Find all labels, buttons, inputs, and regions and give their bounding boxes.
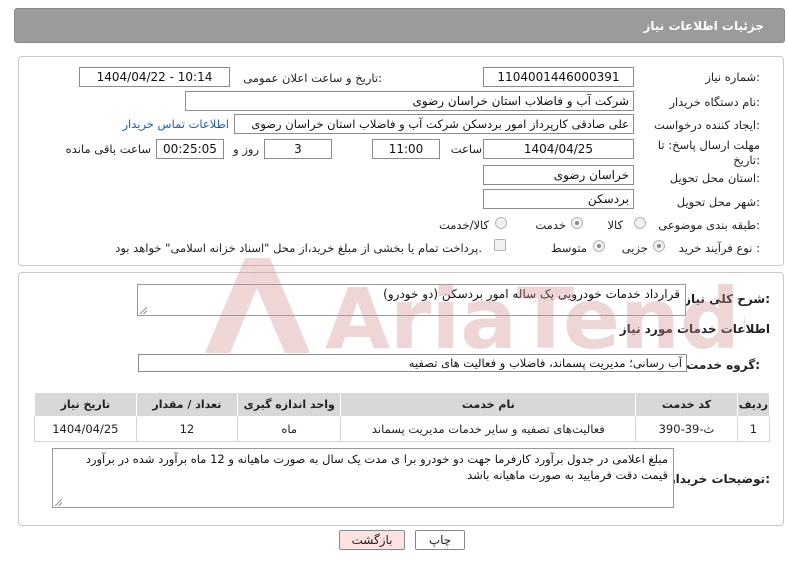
delivery-city-label: شهر محل تحویل:	[676, 195, 760, 209]
deadline-time-field: 11:00	[372, 139, 440, 159]
service-group-field: آب رسانی؛ مدیریت پسماند، فاضلاب و فعالیت…	[138, 354, 687, 372]
remaining-days-field: 3	[264, 139, 332, 159]
process-type-label: نوع فرآیند خرید :	[678, 241, 760, 255]
requester-label: ایجاد کننده درخواست:	[654, 118, 760, 132]
cell-quantity: 12	[135, 416, 239, 442]
process-radio-medium[interactable]	[593, 240, 605, 252]
services-section-title: اطلاعات خدمات مورد نیاز	[619, 322, 770, 336]
treasury-payment-checkbox[interactable]	[494, 239, 506, 251]
resize-grip-icon[interactable]	[55, 499, 62, 506]
cell-row-number: 1	[736, 416, 771, 442]
buyer-org-field: شرکت آب و فاضلاب استان خراسان رضوی	[185, 91, 634, 111]
delivery-province-label: استان محل تحویل:	[669, 171, 760, 185]
cell-service-code: ث-39-390	[635, 416, 738, 442]
resize-grip-icon[interactable]	[140, 307, 147, 314]
remaining-time-label: ساعت باقی مانده	[65, 142, 151, 156]
table-row: 1 ث-39-390 فعالیت‌های تصفیه و سایر خدمات…	[34, 416, 771, 442]
need-details-panel	[18, 56, 784, 266]
category-option-goods-service: کالا/خدمت	[438, 218, 489, 232]
category-option-goods: کالا	[607, 218, 623, 232]
process-radio-minor[interactable]	[653, 240, 665, 252]
category-label: طبقه بندی موضوعی:	[658, 218, 760, 232]
col-service-name: نام خدمت	[340, 392, 637, 417]
requester-field: علی صادقی کارپرداز امور بردسکن شرکت آب و…	[234, 114, 634, 134]
services-table-header: ردیف کد خدمت نام خدمت واحد اندازه گیری ت…	[34, 392, 771, 417]
need-number-field: 1104001446000391	[483, 67, 634, 87]
general-description-text: قرارداد خدمات خودرویی یک ساله امور بردسک…	[383, 287, 680, 301]
process-option-minor: جزیی	[621, 241, 648, 255]
deadline-date-field: 1404/04/25	[483, 139, 634, 159]
buyer-notes-field: مبلغ اعلامی در جدول برآورد کارفرما جهت د…	[52, 448, 674, 508]
buyer-org-label: نام دستگاه خریدار:	[669, 95, 760, 109]
category-radio-goods-service[interactable]	[495, 217, 507, 229]
treasury-payment-note: پرداخت تمام یا بخشی از مبلغ خرید،از محل …	[115, 241, 482, 255]
delivery-province-field: خراسان رضوی	[483, 165, 634, 185]
cell-unit: ماه	[237, 416, 342, 442]
cell-need-date: 1404/04/25	[34, 416, 137, 442]
page-title: جزئیات اطلاعات نیاز	[643, 19, 764, 33]
general-description-label: شرح کلی نیاز:	[684, 292, 770, 306]
remaining-days-label: روز و	[233, 142, 259, 156]
remaining-time-field: 00:25:05	[156, 139, 224, 159]
category-radio-goods[interactable]	[634, 217, 646, 229]
category-radio-service[interactable]	[571, 217, 583, 229]
col-quantity: تعداد / مقدار	[135, 392, 239, 417]
announce-date-field: 1404/04/22 - 10:14	[79, 67, 230, 87]
col-need-date: تاریخ نیاز	[34, 392, 137, 417]
buyer-notes-label: توضیحات خریدار:	[668, 472, 770, 486]
services-table: ردیف کد خدمت نام خدمت واحد اندازه گیری ت…	[34, 392, 771, 442]
buyer-notes-text: مبلغ اعلامی در جدول برآورد کارفرما جهت د…	[85, 452, 668, 482]
deadline-time-label: ساعت	[450, 142, 482, 156]
buyer-contact-link[interactable]: اطلاعات تماس خریدار	[122, 117, 229, 131]
col-unit: واحد اندازه گیری	[237, 392, 342, 417]
need-number-label: شماره نیاز:	[705, 70, 760, 84]
print-button[interactable]: چاپ	[415, 530, 465, 550]
deadline-label: مهلت ارسال پاسخ: تا	[657, 138, 760, 152]
service-group-label: گروه خدمت:	[686, 358, 760, 372]
announce-date-label: تاریخ و ساعت اعلان عمومی:	[243, 71, 382, 85]
process-option-medium: متوسط	[550, 241, 587, 255]
cell-service-name: فعالیت‌های تصفیه و سایر خدمات مدیریت پسم…	[340, 416, 637, 442]
category-option-service: خدمت	[535, 218, 566, 232]
back-button[interactable]: بازگشت	[339, 530, 405, 550]
col-service-code: کد خدمت	[635, 392, 738, 417]
general-description-field: قرارداد خدمات خودرویی یک ساله امور بردسک…	[137, 284, 686, 316]
col-row-number: ردیف	[736, 392, 771, 417]
deadline-label-date: تاریخ:	[733, 153, 760, 167]
page-header: جزئیات اطلاعات نیاز	[14, 8, 785, 43]
delivery-city-field: بردسکن	[483, 189, 634, 209]
